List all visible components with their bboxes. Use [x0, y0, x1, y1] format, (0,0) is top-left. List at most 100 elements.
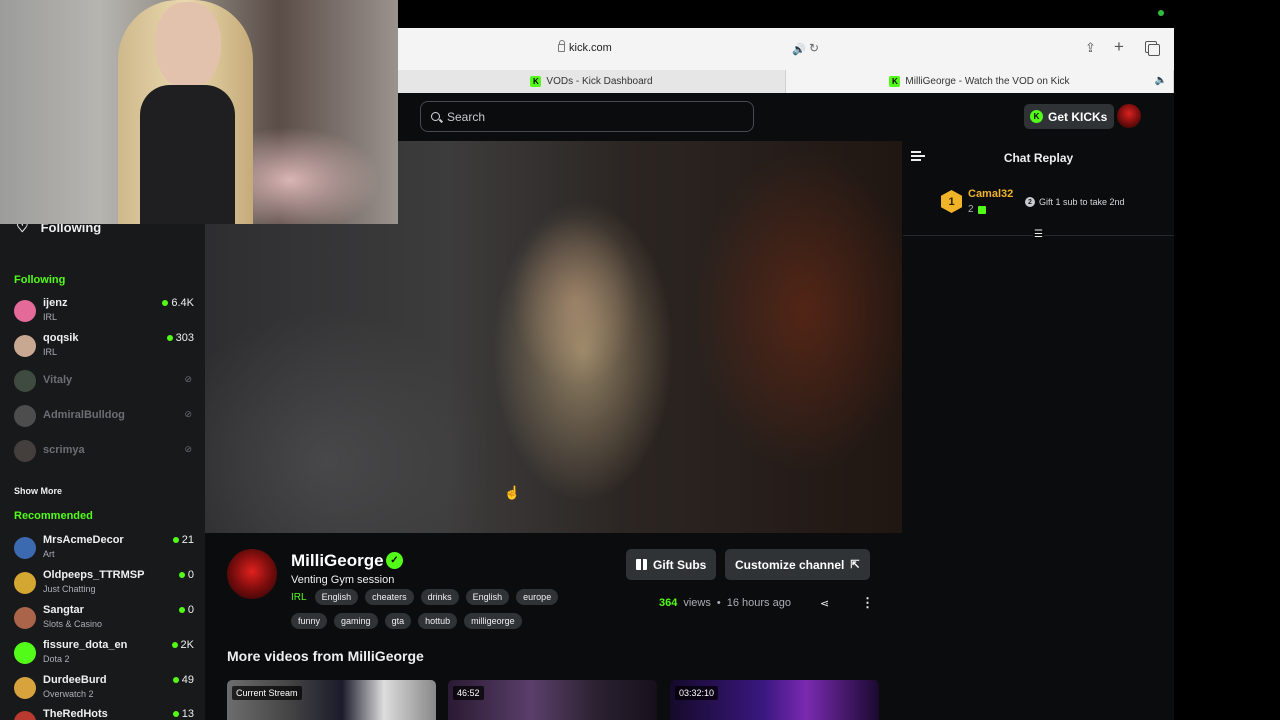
kicks-coin-icon: K — [1030, 110, 1043, 123]
gift-icon — [977, 205, 986, 214]
kick-favicon-icon: K — [889, 76, 901, 87]
tab-milligeorge-vod[interactable]: K MilliGeorge - Watch the VOD on Kick 🔈 — [786, 70, 1174, 93]
tag[interactable]: europe — [516, 589, 559, 605]
recommended-heading: Recommended — [14, 510, 93, 522]
channel-category: IRL — [43, 312, 58, 322]
expand-leaderboard-icon[interactable]: ☰ — [1033, 229, 1044, 240]
following-heading: Following — [14, 274, 66, 286]
viewer-count-value: 303 — [175, 332, 194, 344]
rank-two-icon: 2 — [1025, 197, 1035, 207]
reload-icon[interactable]: ↻ — [809, 41, 819, 55]
top-gifter-rank-badge: 1 — [941, 190, 962, 213]
sidebar-channel-fissure-dota-en[interactable]: fissure_dota_en Dota 2 2K — [14, 639, 194, 669]
more-videos-heading: More videos from MilliGeorge — [227, 648, 424, 664]
url-text: kick.com — [569, 42, 612, 54]
thumbnail-label: 03:32:10 — [675, 686, 719, 700]
offline-icon: ⊘ — [184, 444, 192, 454]
lock-icon — [558, 40, 565, 52]
sidebar-channel-durdeeburd[interactable]: DurdeeBurd Overwatch 2 49 — [14, 674, 194, 704]
channel-category: Slots & Casino — [43, 619, 103, 629]
get-kicks-button[interactable]: K Get KICKs — [1024, 104, 1115, 129]
gift-subs-button[interactable]: Gift Subs — [626, 549, 717, 580]
speaker-icon[interactable]: 🔊 — [792, 43, 806, 56]
avatar — [14, 677, 36, 699]
tag[interactable]: cheaters — [365, 589, 414, 605]
search-input[interactable]: Search — [420, 101, 754, 132]
viewer-count-value: 49 — [181, 674, 194, 686]
thumbnail-label: Current Stream — [232, 686, 302, 700]
user-avatar[interactable] — [1117, 104, 1141, 128]
avatar — [14, 440, 36, 462]
tag[interactable]: English — [314, 589, 359, 605]
channel-name: TheRedHots — [43, 708, 108, 720]
viewer-count-value: 0 — [187, 604, 194, 616]
browser-chrome: kick.com 🔊 ↻ ⇪ + K VODs - Kick Dashboard… — [398, 28, 1174, 93]
status-dot-icon — [1158, 10, 1164, 16]
avatar — [14, 335, 36, 357]
new-tab-icon[interactable]: + — [1114, 37, 1124, 57]
channel-name: DurdeeBurd — [43, 674, 107, 686]
video-thumbnail[interactable]: Current Stream — [227, 680, 436, 720]
viewer-count-value: 13 — [181, 708, 194, 720]
vod-meta: 364 views • 16 hours ago — [659, 597, 791, 609]
live-dot-icon — [166, 335, 173, 341]
share-icon[interactable]: ⇪ — [1085, 40, 1096, 56]
gift-sub-prompt[interactable]: 2 Gift 1 sub to take 2nd — [1025, 197, 1125, 207]
sidebar-channel-qoqsik[interactable]: qoqsik IRL 303 — [14, 332, 194, 362]
search-placeholder: Search — [447, 109, 486, 124]
streamer-name[interactable]: MilliGeorge — [291, 551, 384, 571]
category-link[interactable]: IRL — [291, 592, 307, 603]
sidebar-channel-oldpeeps[interactable]: Oldpeeps_TTRMSP Just Chatting 0 — [14, 569, 194, 599]
tab-label: VODs - Kick Dashboard — [546, 76, 653, 87]
show-more-button[interactable]: Show More — [14, 486, 62, 496]
sidebar-channel-vitaly[interactable]: Vitaly ⊘ — [14, 367, 194, 397]
viewer-count: 303 — [166, 332, 194, 344]
more-options-icon[interactable]: ⋮ — [861, 595, 874, 611]
video-thumbnail[interactable]: 46:52 — [448, 680, 657, 720]
url-field[interactable]: kick.com — [558, 40, 612, 54]
tab-overview-icon[interactable] — [1145, 41, 1160, 56]
channel-name: AdmiralBulldog — [43, 409, 125, 421]
live-dot-icon — [178, 572, 185, 578]
streamer-avatar[interactable] — [227, 549, 277, 599]
tab-audio-icon[interactable]: 🔈 — [1155, 75, 1167, 86]
sidebar-channel-mrsacmedecor[interactable]: MrsAcmeDecor Art 21 — [14, 534, 194, 564]
channel-name: Sangtar — [43, 604, 84, 616]
live-dot-icon — [172, 711, 179, 717]
channel-info: MilliGeorge ✓ Venting Gym session IRL En… — [205, 533, 902, 720]
address-bar[interactable]: kick.com 🔊 ↻ ⇪ + — [398, 28, 1174, 70]
tag[interactable]: milligeorge — [464, 613, 522, 629]
share-icon[interactable]: ⋖ — [820, 597, 829, 610]
tab-label: MilliGeorge - Watch the VOD on Kick — [905, 76, 1070, 87]
avatar — [14, 537, 36, 559]
chat-title: Chat Replay — [1003, 151, 1074, 165]
top-gifter-count: 2 — [968, 204, 986, 215]
sidebar-channel-ijenz[interactable]: ijenz IRL 6.4K — [14, 297, 194, 327]
sidebar-channel-theredhots[interactable]: TheRedHots 13 — [14, 708, 194, 720]
tab-vods-dashboard[interactable]: K VODs - Kick Dashboard — [398, 70, 786, 93]
top-gifter-name[interactable]: Camal32 — [968, 188, 1013, 200]
tag[interactable]: hottub — [418, 613, 458, 629]
gift-icon — [636, 559, 647, 570]
viewer-count: 0 — [178, 604, 194, 616]
sidebar-channel-scrimya[interactable]: scrimya ⊘ — [14, 437, 194, 467]
tag[interactable]: drinks — [420, 589, 459, 605]
viewer-count: 49 — [172, 674, 194, 686]
tag[interactable]: gta — [384, 613, 412, 629]
sidebar-channel-admiralbulldog[interactable]: AdmiralBulldog ⊘ — [14, 402, 194, 432]
tag[interactable]: English — [465, 589, 510, 605]
live-dot-icon — [171, 642, 178, 648]
live-dot-icon — [172, 677, 179, 683]
customize-label: Customize channel — [735, 557, 845, 572]
tag[interactable]: funny — [291, 613, 328, 629]
channel-category: IRL — [43, 347, 58, 357]
tab-strip: K VODs - Kick Dashboard K MilliGeorge - … — [398, 70, 1174, 93]
customize-channel-button[interactable]: Customize channel ⇱ — [725, 549, 870, 580]
channel-name: ijenz — [43, 297, 68, 309]
tag[interactable]: gaming — [334, 613, 378, 629]
sidebar-channel-sangtar[interactable]: Sangtar Slots & Casino 0 — [14, 604, 194, 634]
video-thumbnail[interactable]: 03:32:10 — [670, 680, 879, 720]
viewer-count: 6.4K — [162, 297, 194, 309]
time-ago: 16 hours ago — [726, 597, 791, 609]
thumbnail-label: 46:52 — [453, 686, 484, 700]
